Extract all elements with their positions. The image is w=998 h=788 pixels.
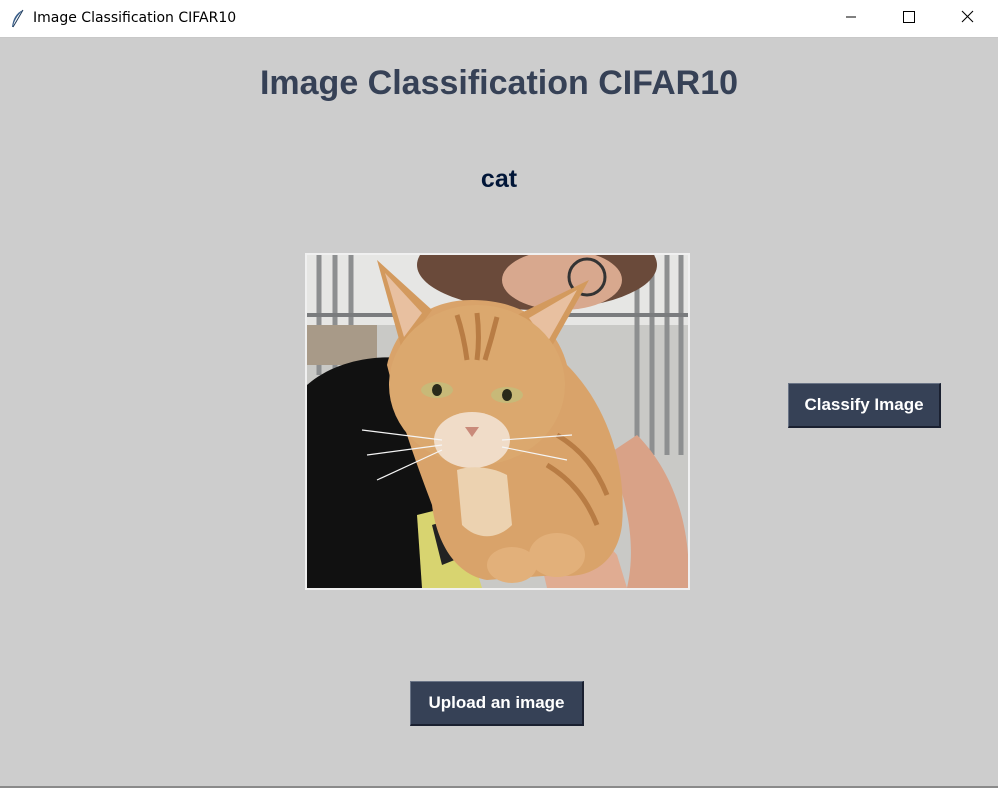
prediction-label: cat xyxy=(480,165,518,193)
close-button[interactable] xyxy=(938,0,996,38)
window-titlebar[interactable]: Image Classification CIFAR10 xyxy=(0,0,998,38)
cat-photo xyxy=(307,255,688,588)
classify-image-button[interactable]: Classify Image xyxy=(788,383,941,428)
feather-icon xyxy=(10,9,26,29)
close-icon xyxy=(961,10,974,28)
maximize-icon xyxy=(903,10,915,28)
uploaded-image xyxy=(305,253,690,590)
upload-image-button[interactable]: Upload an image xyxy=(410,681,584,726)
window-title: Image Classification CIFAR10 xyxy=(33,10,237,26)
page-title: Image Classification CIFAR10 xyxy=(259,64,739,102)
minimize-icon xyxy=(845,10,857,28)
maximize-button[interactable] xyxy=(880,0,938,38)
minimize-button[interactable] xyxy=(822,0,880,38)
